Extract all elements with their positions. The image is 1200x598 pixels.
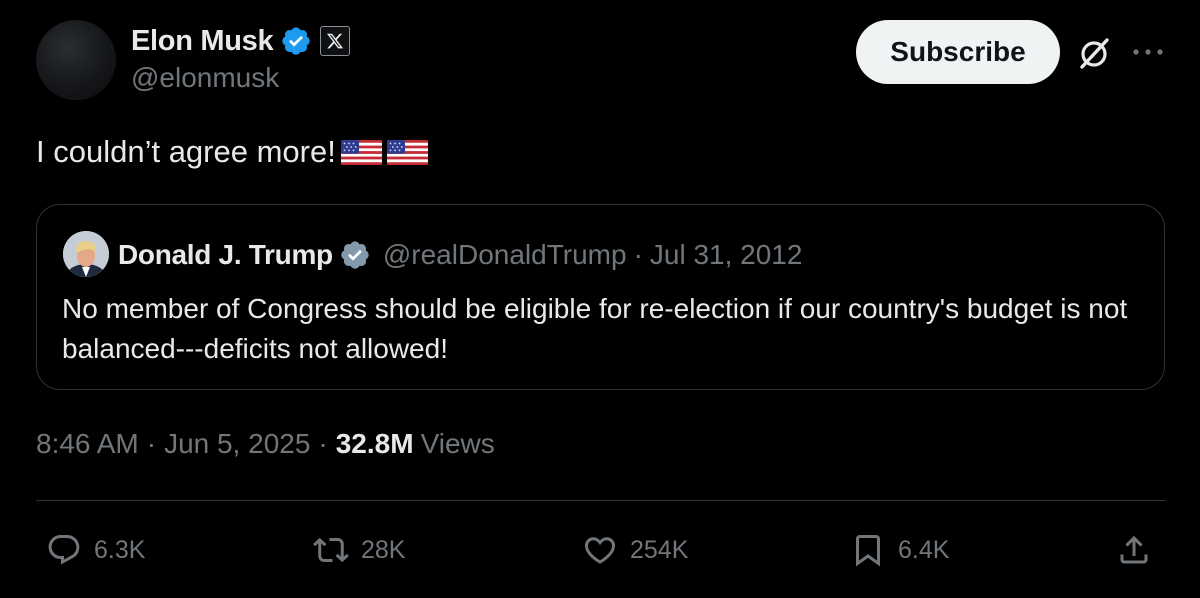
tweet-date[interactable]: Jun 5, 2025 — [164, 428, 310, 460]
tweet-detail: Elon Musk @elonmusk Subscribe I couldn’t… — [0, 0, 1200, 598]
tweet-meta: 8:46 AM · Jun 5, 2025 · 32.8M Views — [36, 428, 495, 460]
repost-button[interactable]: 28K — [313, 528, 405, 572]
bookmark-icon — [856, 535, 880, 567]
views-label[interactable]: Views — [421, 428, 495, 460]
share-button[interactable] — [1116, 528, 1152, 572]
author-name-row: Elon Musk — [131, 22, 351, 60]
heart-icon — [584, 537, 616, 564]
views-count[interactable]: 32.8M — [336, 428, 414, 460]
reply-button[interactable]: 6.3K — [46, 528, 145, 572]
subscribe-button[interactable]: Subscribe — [856, 20, 1060, 84]
bookmark-count: 6.4K — [898, 535, 950, 564]
author-display-name[interactable]: Elon Musk — [131, 25, 274, 58]
x-affiliation-icon[interactable] — [320, 26, 351, 56]
divider — [36, 500, 1166, 501]
quoted-author-name[interactable]: Donald J. Trump — [118, 239, 333, 271]
like-count: 254K — [630, 535, 689, 564]
bookmark-button[interactable]: 6.4K — [850, 528, 949, 572]
us-flag-icon — [386, 137, 428, 168]
grok-icon[interactable] — [1074, 33, 1114, 73]
repost-count: 28K — [361, 535, 406, 564]
dot-separator: · — [146, 428, 157, 459]
like-button[interactable]: 254K — [582, 528, 688, 572]
quoted-author-handle[interactable]: @realDonaldTrump — [383, 239, 627, 271]
reply-count: 6.3K — [94, 535, 146, 564]
quoted-author-avatar[interactable] — [63, 231, 109, 277]
tweet-text-content: I couldn’t agree more! — [36, 134, 336, 169]
dot-separator: · — [633, 239, 643, 270]
quoted-tweet-card[interactable]: Donald J. Trump @realDonaldTrump · Jul 3… — [36, 204, 1165, 390]
verified-badge-icon[interactable] — [280, 25, 312, 57]
share-icon — [1120, 535, 1148, 564]
more-horizontal-icon[interactable] — [1130, 38, 1166, 66]
reply-icon — [48, 535, 80, 565]
quoted-tweet-text: No member of Congress should be eligible… — [62, 293, 1128, 364]
author-avatar[interactable] — [36, 20, 116, 100]
tweet-time[interactable]: 8:46 AM — [36, 428, 139, 460]
quoted-tweet-header: Donald J. Trump @realDonaldTrump · Jul 3… — [118, 235, 802, 275]
tweet-text: I couldn’t agree more! — [36, 134, 428, 170]
government-verified-badge-icon[interactable] — [339, 239, 371, 271]
repost-icon — [313, 537, 349, 563]
dot-separator: · — [318, 428, 328, 459]
author-handle[interactable]: @elonmusk — [131, 62, 279, 94]
us-flag-icon — [340, 137, 382, 168]
quoted-tweet-date[interactable]: Jul 31, 2012 — [650, 239, 803, 271]
